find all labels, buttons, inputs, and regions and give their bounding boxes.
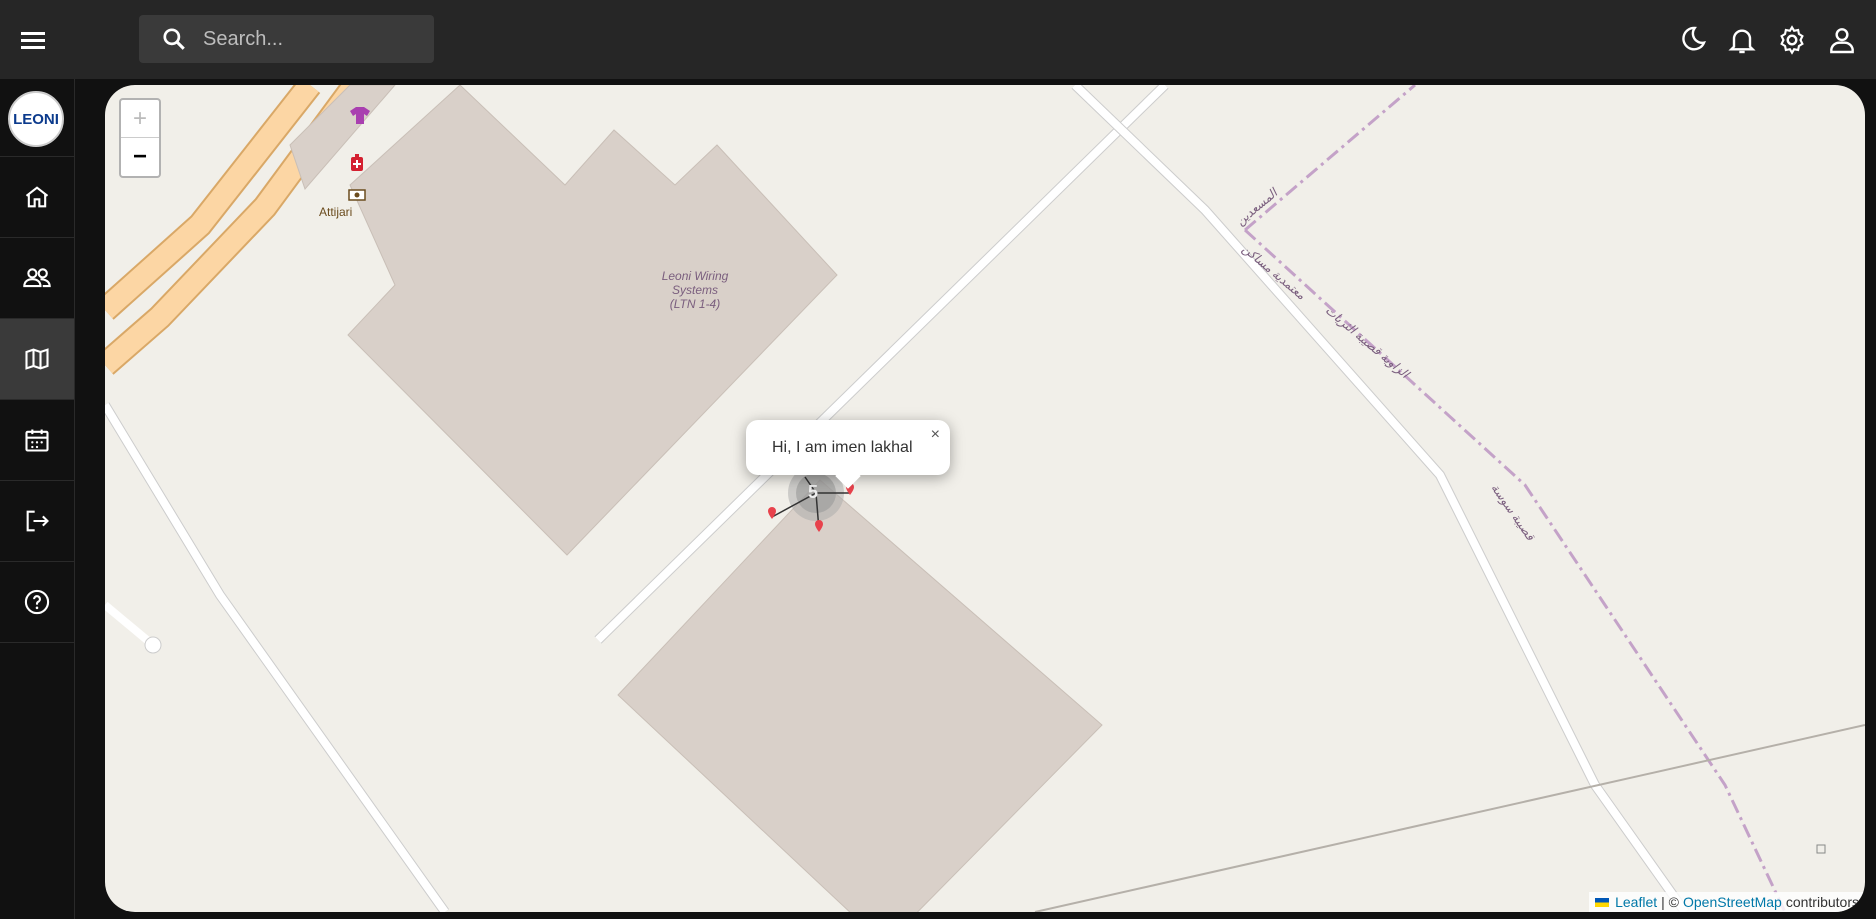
sidebar-item-home[interactable] (0, 156, 74, 237)
top-bar (0, 0, 1876, 79)
help-icon (24, 589, 50, 615)
home-icon (25, 186, 49, 208)
notifications-bell-icon[interactable] (1726, 24, 1758, 56)
leaflet-link[interactable]: Leaflet (1615, 894, 1657, 910)
dark-mode-moon-icon[interactable] (1676, 24, 1708, 56)
marker-cluster-count[interactable]: 5 (808, 482, 818, 503)
attribution-suffix: contributors (1785, 894, 1859, 910)
zoom-control: + − (119, 98, 161, 178)
search-bar[interactable] (139, 15, 434, 63)
sidebar-item-logout[interactable] (0, 480, 74, 561)
profile-person-icon[interactable] (1826, 24, 1858, 56)
search-input[interactable] (201, 26, 425, 52)
bank-icon (348, 189, 366, 201)
openstreetmap-link[interactable]: OpenStreetMap (1683, 894, 1782, 910)
sidebar-item-map[interactable] (0, 318, 74, 399)
map-attribution: Leaflet | © OpenStreetMap contributors (1589, 892, 1865, 912)
calendar-icon (25, 429, 49, 452)
sidebar-item-help[interactable] (0, 561, 74, 643)
attribution-separator: | © (1661, 894, 1679, 910)
sidebar-item-users[interactable] (0, 237, 74, 318)
marker-popup: Hi, I am imen lakhal × (746, 420, 950, 489)
sidebar: LEONI (0, 79, 75, 919)
search-icon (163, 28, 185, 50)
zoom-out-button[interactable]: − (121, 138, 159, 175)
map-view[interactable]: 5 Attijari Leoni Wiring Systems (LTN 1-4… (105, 85, 1865, 912)
pharmacy-icon (351, 154, 363, 171)
logout-icon (26, 510, 49, 532)
building-label: Leoni Wiring Systems (LTN 1-4) (645, 269, 745, 311)
building-label-line-3: (LTN 1-4) (669, 297, 721, 311)
map-tiles (105, 85, 1865, 912)
poi-label-attijari: Attijari (319, 205, 353, 219)
map-icon (25, 348, 49, 370)
sidebar-item-calendar[interactable] (0, 399, 74, 480)
popup-close-button[interactable]: × (931, 426, 940, 444)
ukraine-flag-icon (1595, 897, 1610, 907)
users-icon (23, 268, 51, 288)
building-label-line-1: Leoni Wiring (661, 269, 729, 283)
zoom-in-button[interactable]: + (121, 100, 159, 138)
popup-text: Hi, I am imen lakhal (772, 439, 913, 456)
settings-gear-icon[interactable] (1776, 24, 1808, 56)
leoni-logo: LEONI (8, 91, 64, 147)
building-label-line-2: Systems (671, 283, 718, 297)
hamburger-menu-icon[interactable] (18, 26, 48, 54)
